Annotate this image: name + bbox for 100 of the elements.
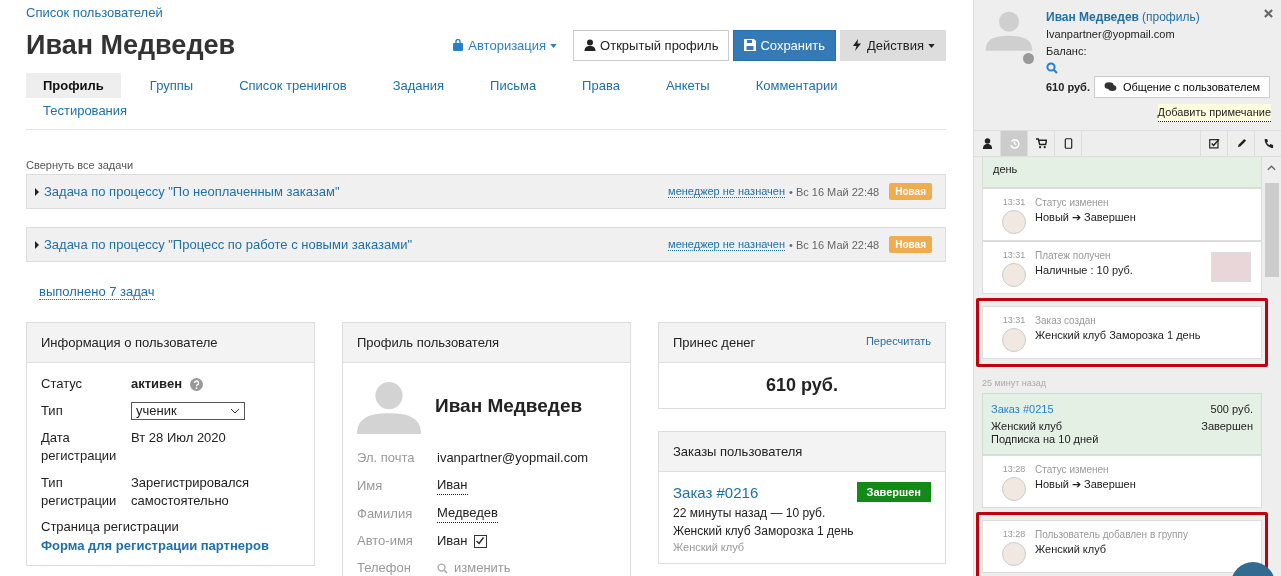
page-title: Иван Медведев [26, 30, 236, 61]
nav-tab[interactable]: Профиль [26, 73, 121, 98]
field-label: Фамилия [357, 504, 414, 523]
avatar-circle-icon [1002, 263, 1026, 287]
editable-value[interactable]: Иван [437, 476, 468, 495]
field-value: Зарегистрировался самостоятельно [131, 474, 251, 510]
event-title: Заказ создан [1035, 315, 1097, 326]
manager-link[interactable]: менеджер не назначен [668, 238, 785, 251]
authorization-dropdown[interactable]: Авторизация [452, 38, 558, 53]
nav-tab[interactable]: Письма [473, 73, 554, 98]
nav-tab[interactable]: Комментарии [738, 73, 855, 98]
recalculate-link[interactable]: Пересчитать [865, 335, 931, 350]
triangle-icon [35, 187, 39, 196]
status-badge: Новая [889, 183, 932, 200]
panel-header: Принес денег [673, 335, 756, 350]
lock-icon [452, 39, 465, 51]
nav-tab[interactable]: Тестирования [26, 98, 145, 123]
nav-tab[interactable]: Задания [375, 73, 462, 98]
triangle-icon [35, 240, 39, 249]
type-select[interactable]: ученик [131, 402, 245, 420]
task-title-link[interactable]: Задача по процессу "По неоплаченным заказам" [44, 184, 340, 199]
event-time: 13:31 [1002, 315, 1026, 325]
chevron-down-icon [230, 408, 240, 414]
checked-box-icon [1208, 138, 1220, 149]
order-product: Женский клуб Подписка на 10 дней [991, 420, 1100, 446]
pencil-icon [1235, 138, 1247, 149]
status-badge: Завершен [856, 482, 931, 502]
task-row[interactable]: Задача по процессу "По неоплаченным заказам" менеджер не назначен • Вс 16 Май 22:48 Новая [26, 174, 946, 209]
order-card-text: день [982, 157, 1262, 188]
nav-tab[interactable]: Группы [132, 73, 211, 98]
order-link[interactable]: Заказ #0215 [991, 403, 1202, 416]
help-icon[interactable] [190, 377, 203, 391]
offline-status-dot [1023, 53, 1034, 64]
search-icon[interactable] [1046, 62, 1058, 74]
history-icon [1008, 138, 1020, 149]
add-note-link[interactable]: Добавить примечание [1157, 104, 1271, 122]
breadcrumb-link[interactable]: Список пользователей [26, 5, 163, 20]
user-name-link[interactable]: Иван Медведев [1046, 10, 1139, 24]
event-title: Статус изменен [1035, 197, 1110, 208]
event-time: 13:31 [1002, 197, 1026, 207]
field-value: Иван [437, 532, 468, 550]
field-label: Авто-имя [357, 532, 414, 550]
event-time: 13:28 [1002, 464, 1026, 474]
task-title-link[interactable]: Задача по процессу "Процесс по работе с новыми заказами" [44, 237, 413, 252]
status-value: активен [131, 375, 182, 393]
avatar-circle-icon [1002, 542, 1026, 566]
profile-name: Иван Медведев [435, 395, 583, 417]
field-value: ivanpartner@yopmail.com [437, 449, 589, 467]
panel-header: Заказы пользователя [659, 432, 945, 472]
manager-link[interactable]: менеджер не назначен [668, 185, 785, 198]
nav-tab[interactable]: Права [565, 73, 637, 98]
event-title: Пользователь добавлен в группу [1035, 529, 1189, 540]
field-label: Телефон [357, 559, 412, 576]
event-time: 13:31 [1002, 250, 1026, 260]
tablet-icon [1062, 138, 1074, 149]
event-text: Наличные : 10 руб. [1035, 264, 1134, 276]
avatar-circle-icon [1002, 328, 1026, 352]
task-date: • Вс 16 Май 22:48 [789, 238, 880, 251]
field-label: Эл. почта [357, 449, 416, 467]
actions-dropdown[interactable]: Действия [840, 30, 946, 61]
open-profile-button[interactable]: Открытый профиль [573, 30, 730, 61]
scroll-up-icon[interactable] [1267, 165, 1276, 171]
close-icon[interactable] [1264, 9, 1273, 18]
panel-header: Информация о пользователе [27, 323, 314, 363]
event-text: Новый ➔ Завершен [1035, 211, 1137, 224]
search-icon [437, 562, 448, 574]
editable-value[interactable]: Медведев [437, 504, 498, 523]
field-label: Тип [41, 402, 64, 420]
event-text: Женский клуб [1035, 543, 1108, 555]
event-title: Статус изменен [1035, 464, 1110, 475]
registration-form-link[interactable]: Форма для регистрации партнеров [41, 538, 269, 553]
order-product: Женский клуб Заморозка 1 день [673, 524, 855, 538]
save-button[interactable]: Сохранить [733, 30, 837, 61]
task-row[interactable]: Задача по процессу "Процесс по работе с новыми заказами" менеджер не назначен • Вс 16 Май 22:48 Новая [26, 227, 946, 262]
order-status: Завершен [1201, 420, 1253, 434]
time-ago-label: 25 минут назад [982, 378, 1048, 388]
field-label: Страница регистрации [41, 519, 180, 534]
cart-icon [1035, 138, 1047, 149]
order-card[interactable]: Заказ #0215 500 руб. Женский клуб Подписка на 10 дней Завершен [982, 393, 1262, 455]
nav-tab[interactable]: Список тренингов [222, 73, 364, 98]
phone-icon [1262, 138, 1274, 149]
order-link[interactable]: Заказ #0216 [673, 483, 759, 501]
avatar-silhouette-icon [984, 9, 1034, 51]
profile-link[interactable]: (профиль) [1142, 10, 1200, 24]
avatar-circle-icon [1002, 210, 1026, 234]
field-label: Статус [41, 375, 84, 393]
caret-icon [550, 44, 558, 48]
collapse-tasks-link[interactable]: Свернуть все задачи [26, 159, 946, 171]
scrollbar-thumb[interactable] [1264, 183, 1279, 277]
field-label: Имя [357, 476, 384, 495]
completed-tasks-link[interactable]: выполнено 7 задач [39, 284, 155, 300]
caret-icon [928, 44, 935, 48]
order-meta: 22 минуты назад — 10 руб. [673, 506, 827, 520]
chat-button[interactable]: Общение с пользователем [1093, 76, 1271, 98]
nav-tab[interactable]: Анкеты [648, 73, 727, 98]
change-phone-link[interactable]: изменить [437, 559, 511, 576]
event-time: 13:28 [1002, 529, 1026, 539]
checkbox[interactable] [473, 534, 487, 548]
event-title: Платеж получен [1035, 250, 1112, 261]
order-group: Женский клуб [673, 541, 931, 553]
